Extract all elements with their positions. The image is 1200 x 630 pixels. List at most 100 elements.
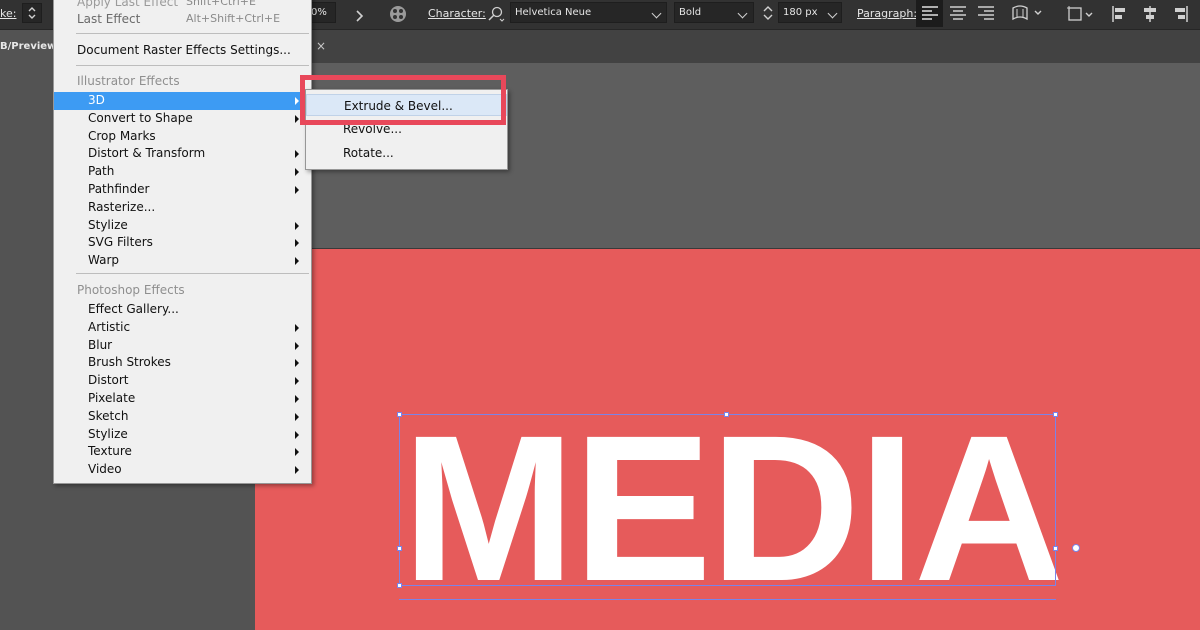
stepper-icon	[28, 7, 36, 19]
menu-item-crop-marks[interactable]: Crop Marks	[54, 128, 311, 146]
text-out-port-handle[interactable]	[1072, 544, 1080, 552]
menu-item-label: Distort	[88, 373, 129, 388]
align-objects-left-icon[interactable]	[1110, 4, 1130, 28]
effect-menu: Apply Last Effect Shift+Ctrl+E Last Effe…	[53, 0, 312, 484]
menu-header-label: Illustrator Effects	[77, 74, 180, 88]
selection-handle-middle-right[interactable]	[1053, 546, 1058, 551]
font-style-select[interactable]: Bold	[674, 2, 754, 23]
menu-item-rasterize[interactable]: Rasterize...	[54, 199, 311, 217]
align-objects-center-icon[interactable]	[1140, 4, 1160, 28]
submenu-arrow-icon	[295, 150, 299, 159]
menu-item-label: SVG Filters	[88, 235, 153, 250]
close-icon[interactable]: ×	[316, 39, 326, 53]
document-tab[interactable]: B/Preview	[0, 30, 60, 63]
stroke-label[interactable]: ke:	[0, 7, 16, 20]
menu-item-label: Convert to Shape	[88, 110, 193, 125]
menu-divider	[76, 65, 309, 66]
font-search-icon[interactable]	[486, 5, 506, 27]
menu-item-convert-to-shape[interactable]: Convert to Shape	[54, 110, 311, 128]
menu-item-document-raster-settings[interactable]: Document Raster Effects Settings...	[54, 42, 311, 60]
chevron-down-icon	[651, 8, 662, 19]
menu-item-label: Stylize	[88, 426, 128, 441]
align-objects-right-icon[interactable]	[1170, 4, 1190, 28]
callout-highlight-box	[300, 75, 506, 125]
submenu-arrow-icon	[295, 168, 299, 177]
menu-item-path[interactable]: Path	[54, 163, 311, 181]
font-family-select[interactable]: Helvetica Neue	[510, 2, 667, 23]
menu-item-label: Apply Last Effect	[77, 0, 179, 9]
stroke-weight-stepper[interactable]	[22, 3, 42, 23]
submenu-arrow-icon	[295, 448, 299, 457]
submenu-arrow-icon	[295, 323, 299, 332]
submenu-arrow-icon	[295, 97, 299, 105]
menu-item-blur[interactable]: Blur	[54, 337, 311, 355]
text-baseline-guide	[399, 599, 1056, 600]
submenu-arrow-icon	[295, 114, 299, 123]
menu-item-pathfinder[interactable]: Pathfinder	[54, 181, 311, 199]
selection-handle-top-right[interactable]	[1053, 412, 1058, 417]
menu-item-last-effect[interactable]: Last Effect Alt+Shift+Ctrl+E	[54, 11, 311, 29]
document-tab-label: B/Preview	[0, 41, 57, 52]
menu-item-stylize[interactable]: Stylize	[54, 217, 311, 235]
submenu-arrow-icon	[295, 466, 299, 475]
align-right-icon[interactable]	[976, 4, 996, 28]
paragraph-panel-link[interactable]: Paragraph:	[857, 7, 917, 20]
menu-item-distort[interactable]: Distort	[54, 372, 311, 390]
transform-again-icon[interactable]	[1066, 4, 1096, 28]
menu-item-artistic[interactable]: Artistic	[54, 319, 311, 337]
submenu-arrow-icon	[295, 221, 299, 230]
menu-item-label: Blur	[88, 337, 113, 352]
menu-item-svg-filters[interactable]: SVG Filters	[54, 234, 311, 252]
menu-item-label: Video	[88, 462, 122, 477]
menu-shortcut: Shift+Ctrl+E	[186, 0, 256, 8]
menu-item-label: Warp	[88, 253, 120, 268]
align-left-icon[interactable]	[920, 4, 940, 28]
submenu-arrow-icon	[295, 395, 299, 403]
menu-item-brush-strokes[interactable]: Brush Strokes	[54, 354, 311, 372]
menu-item-label: Pathfinder	[88, 182, 150, 196]
selection-handle-top-left[interactable]	[397, 412, 402, 417]
submenu-arrow-icon	[295, 186, 299, 194]
chevron-right-icon[interactable]	[355, 7, 365, 26]
recolor-artwork-icon[interactable]	[388, 4, 408, 28]
font-style-value: Bold	[679, 7, 702, 18]
font-family-value: Helvetica Neue	[515, 7, 592, 18]
menu-item-stylize[interactable]: Stylize	[54, 426, 311, 444]
menu-item-label: Stylize	[88, 217, 128, 232]
font-size-field[interactable]: 180 px	[778, 2, 842, 23]
submenu-item-rotate[interactable]: Rotate...	[306, 142, 507, 164]
menu-item-3d[interactable]: 3D	[54, 92, 311, 110]
menu-item-distort-transform[interactable]: Distort & Transform	[54, 145, 311, 163]
menu-section-header-photoshop: Photoshop Effects	[54, 282, 311, 300]
menu-item-texture[interactable]: Texture	[54, 443, 311, 461]
menu-item-label: Rasterize...	[88, 199, 156, 214]
selection-handle-bottom-left[interactable]	[397, 583, 402, 588]
menu-item-label: Crop Marks	[88, 128, 156, 143]
menu-item-effect-gallery[interactable]: Effect Gallery...	[54, 301, 311, 319]
submenu-arrow-icon	[295, 412, 299, 421]
align-center-icon[interactable]	[948, 4, 968, 28]
menu-item-label: Path	[88, 164, 115, 179]
menu-item-pixelate[interactable]: Pixelate	[54, 390, 311, 408]
submenu-arrow-icon	[295, 341, 299, 350]
menu-item-label: Document Raster Effects Settings...	[77, 43, 291, 57]
menu-shortcut: Alt+Shift+Ctrl+E	[186, 12, 281, 25]
menu-item-sketch[interactable]: Sketch	[54, 408, 311, 426]
menu-item-label: Effect Gallery...	[88, 302, 179, 316]
menu-header-label: Photoshop Effects	[77, 283, 185, 297]
chevron-down-icon	[737, 8, 748, 19]
selection-bounding-box	[399, 414, 1056, 586]
selection-handle-top-center[interactable]	[724, 412, 729, 417]
menu-item-label: Brush Strokes	[88, 355, 171, 370]
character-panel-link[interactable]: Character:	[428, 7, 486, 20]
menu-item-warp[interactable]: Warp	[54, 252, 311, 270]
menu-item-label: Sketch	[88, 408, 129, 423]
submenu-arrow-icon	[295, 430, 299, 439]
opacity-value: 0%	[311, 7, 327, 18]
envelope-warp-icon[interactable]	[1010, 3, 1044, 27]
selection-handle-middle-left[interactable]	[397, 546, 402, 551]
menu-item-video[interactable]: Video	[54, 461, 311, 479]
submenu-item-label: Rotate...	[343, 146, 394, 160]
menu-divider	[76, 33, 309, 34]
font-size-stepper-icon[interactable]	[760, 3, 776, 27]
